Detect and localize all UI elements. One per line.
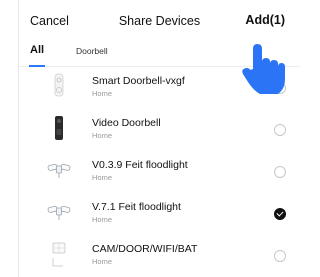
tab-all[interactable]: All <box>30 44 44 56</box>
video-doorbell-icon <box>55 116 63 140</box>
device-room: Home <box>92 257 113 266</box>
select-radio-checked[interactable] <box>274 208 286 220</box>
floodlight-icon <box>47 205 71 220</box>
device-name: V0.3.9 Feit floodlight <box>92 159 188 171</box>
add-button[interactable]: Add(1) <box>245 13 285 27</box>
device-name: V.7.1 Feit floodlight <box>92 201 181 213</box>
device-name: Video Doorbell <box>92 117 161 129</box>
list-item[interactable]: Video Doorbell Home <box>19 109 300 151</box>
device-room: Home <box>92 131 113 140</box>
top-bar: Cancel Share Devices Add(1) <box>19 0 300 38</box>
device-name: Smart Doorbell-vxgf <box>92 75 185 87</box>
tab-doorbell[interactable]: Doorbell <box>76 46 108 56</box>
select-radio[interactable] <box>274 250 286 262</box>
device-list: Smart Doorbell-vxgf Home Video Doorbell … <box>19 67 300 277</box>
list-item[interactable]: CAM/DOOR/WIFI/BAT Home <box>19 235 300 277</box>
device-room: Home <box>92 173 113 182</box>
device-name: CAM/DOOR/WIFI/BAT <box>92 243 198 255</box>
select-radio[interactable] <box>274 124 286 136</box>
device-room: Home <box>92 89 113 98</box>
select-radio[interactable] <box>274 166 286 178</box>
device-room: Home <box>92 215 113 224</box>
tap-hand-icon <box>242 44 285 94</box>
camera-doorbell-icon <box>52 242 66 267</box>
list-item[interactable]: V.7.1 Feit floodlight Home <box>19 193 300 235</box>
list-item[interactable]: V0.3.9 Feit floodlight Home <box>19 151 300 193</box>
floodlight-icon <box>47 163 71 178</box>
smart-doorbell-icon <box>54 73 64 97</box>
